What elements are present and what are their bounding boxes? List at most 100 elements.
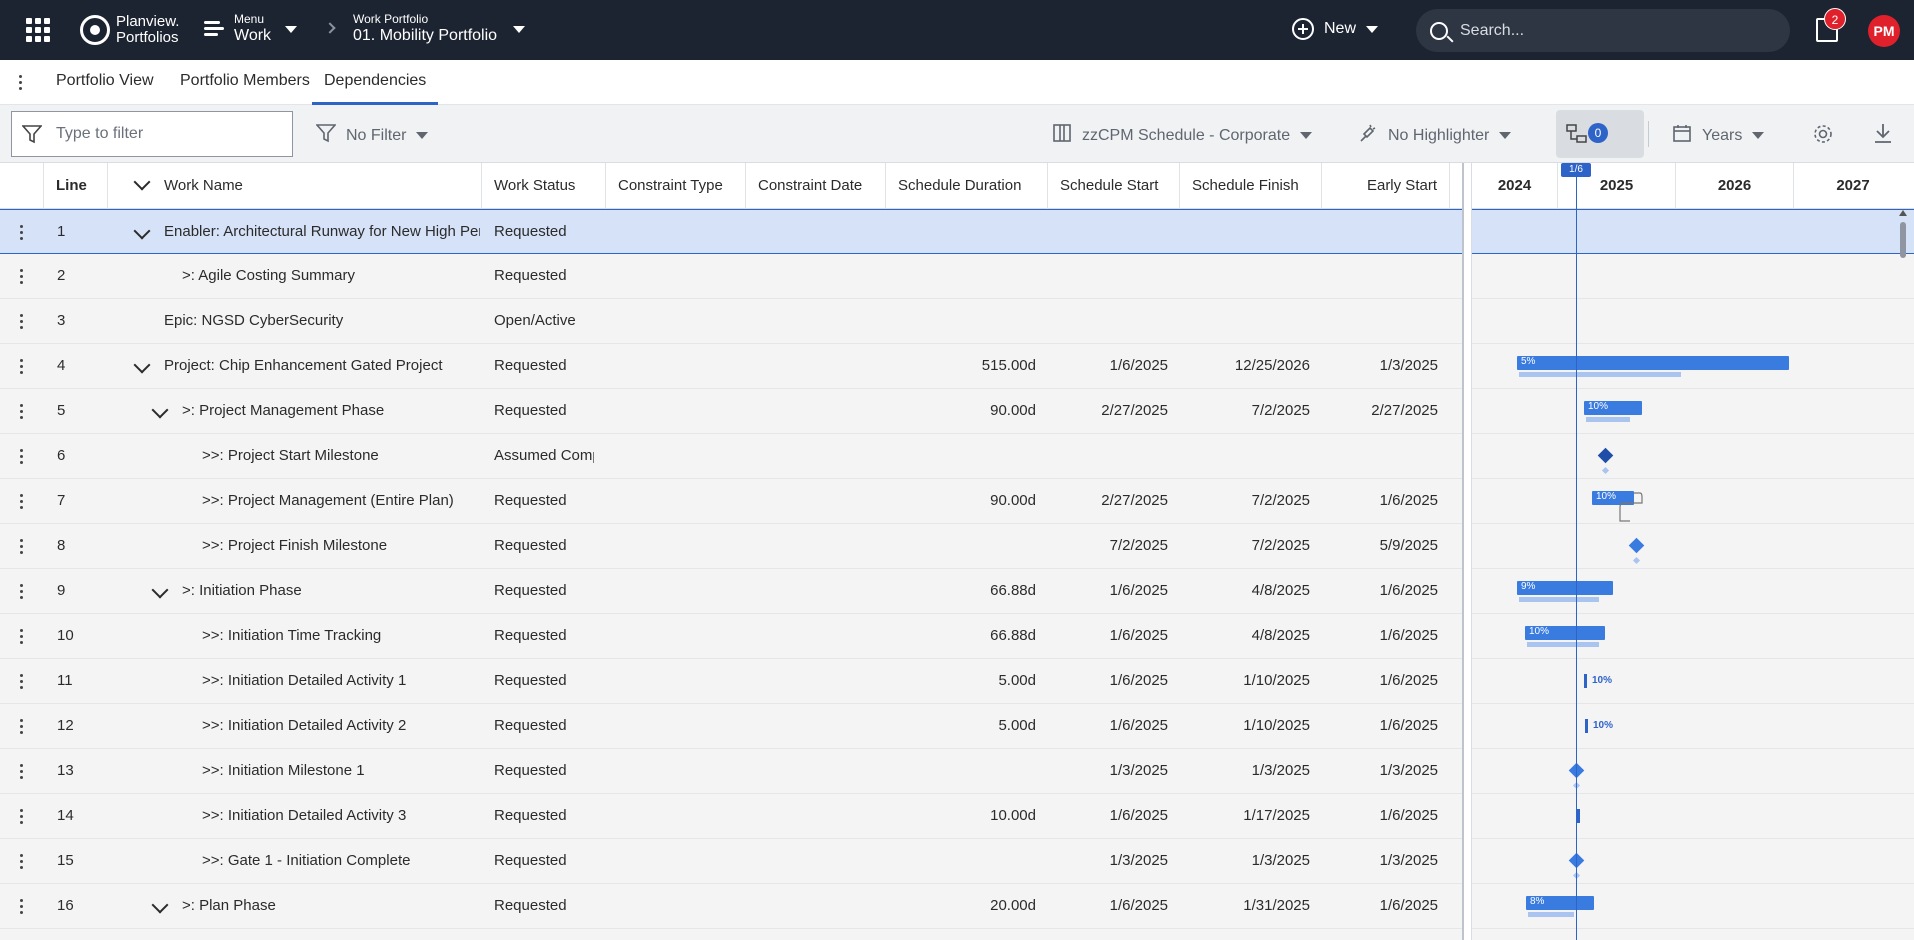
table-row[interactable]: 12 >>: Initiation Detailed Activity 2 Requ… [0,704,1462,749]
menu-dropdown[interactable]: Menu Work [204,12,298,46]
gantt-bar[interactable] [1584,674,1587,688]
chevron-down-icon[interactable] [151,896,169,914]
user-avatar[interactable]: PM [1868,15,1900,47]
cell-work-status: Requested [494,852,567,869]
chevron-down-icon[interactable] [133,356,151,374]
cell-schedule-duration [886,254,1036,298]
highlighter-dropdown[interactable]: No Highlighter [1358,123,1512,148]
column-header-work-name[interactable]: Work Name [108,163,482,209]
row-menu-icon[interactable] [20,719,24,735]
table-row[interactable]: 9 >: Initiation Phase Requested 66.88d 1/6/2… [0,569,1462,614]
row-menu-icon[interactable] [20,809,24,825]
scroll-up-icon[interactable] [1899,210,1907,216]
dependency-connector[interactable] [1612,487,1672,547]
filter-dropdown[interactable]: No Filter [315,123,429,148]
row-menu-icon[interactable] [20,629,24,645]
scroll-thumb[interactable] [1900,222,1906,258]
cell-work-name[interactable]: >>: Project Management (Entire Plan) [202,479,480,523]
cell-work-name[interactable]: >>: Initiation Detailed Activity 3 [202,794,480,838]
gantt-bar[interactable] [1585,719,1588,733]
row-menu-icon[interactable] [20,494,24,510]
schedule-dropdown[interactable]: zzCPM Schedule - Corporate [1052,123,1313,148]
cell-work-name[interactable]: >>: Initiation Time Tracking [202,614,480,658]
table-row[interactable]: 13 >>: Initiation Milestone 1 Requested 1/3… [0,749,1462,794]
gantt-bar[interactable] [1577,809,1580,823]
tab-portfolio-members[interactable]: Portfolio Members [180,60,310,105]
cell-early-start: 1/6/2025 [1379,672,1438,689]
table-row[interactable]: 5 >: Project Management Phase Requested 90.… [0,389,1462,434]
chevron-down-icon[interactable] [133,173,151,191]
cell-work-name[interactable]: Epic: NGSD CyberSecurity [164,299,480,343]
row-menu-icon[interactable] [20,359,24,375]
table-row[interactable]: 11 >>: Initiation Detailed Activity 1 Requ… [0,659,1462,704]
cell-constraint-type [618,524,742,568]
table-row[interactable]: 2 >: Agile Costing Summary Requested [0,254,1462,299]
table-row[interactable]: 6 >>: Project Start Milestone Assumed Comp… [0,434,1462,479]
cell-work-name[interactable]: Project: Chip Enhancement Gated Project [164,344,480,388]
cell-work-name[interactable]: >>: Initiation Detailed Activity 1 [202,659,480,703]
cell-work-name[interactable]: >>: Project Start Milestone [202,434,480,478]
cell-work-name[interactable]: >>: Initiation Milestone 1 [202,749,480,793]
cell-work-name[interactable]: Enabler: Architectural Runway for New Hi… [164,210,480,254]
chevron-down-icon[interactable] [151,581,169,599]
chevron-down-icon[interactable] [133,222,151,240]
column-header-schedule-finish[interactable]: Schedule Finish [1180,163,1322,209]
dependency-toggle-button[interactable]: 0 [1556,110,1644,158]
gantt-bar[interactable] [1517,356,1789,370]
tabs-more-icon[interactable] [19,75,23,91]
gear-icon[interactable] [1812,123,1834,150]
column-header-early-start[interactable]: Early Start [1322,163,1450,209]
cell-work-name[interactable]: >>: Initiation Detailed Activity 2 [202,704,480,748]
column-header-schedule-start[interactable]: Schedule Start [1048,163,1180,209]
row-menu-icon[interactable] [20,899,24,915]
table-row[interactable]: 10 >>: Initiation Time Tracking Requested 6… [0,614,1462,659]
row-menu-icon[interactable] [20,674,24,690]
filter-input[interactable] [56,125,276,143]
row-menu-icon[interactable] [20,584,24,600]
row-menu-icon[interactable] [20,225,24,241]
column-header-constraint-date[interactable]: Constraint Date [746,163,886,209]
cell-line: 5 [57,402,66,419]
app-launcher-icon[interactable] [26,18,50,42]
cell-work-name[interactable]: >: Project Management Phase [182,389,480,433]
row-menu-icon[interactable] [20,449,24,465]
vertical-scrollbar[interactable] [1898,210,1908,940]
cell-work-name[interactable]: >>: Project Finish Milestone [202,524,480,568]
search-input[interactable] [1460,21,1760,40]
cell-work-name[interactable]: >: Plan Phase [182,884,480,928]
cell-work-name[interactable]: >: Agile Costing Summary [182,254,480,298]
cell-early-start: 1/6/2025 [1379,627,1438,644]
row-menu-icon[interactable] [20,314,24,330]
table-row[interactable]: 4 Project: Chip Enhancement Gated Project… [0,344,1462,389]
table-row[interactable]: 8 >>: Project Finish Milestone Requested 7/… [0,524,1462,569]
table-row[interactable]: 3 Epic: NGSD CyberSecurity Open/Active [0,299,1462,344]
cell-work-status: Requested [494,717,567,734]
portfolio-small-label: Work Portfolio [353,12,429,26]
row-menu-icon[interactable] [20,269,24,285]
tab-dependencies[interactable]: Dependencies [312,60,439,105]
column-header-line[interactable]: Line [44,163,108,209]
column-header-constraint-type[interactable]: Constraint Type [606,163,746,209]
table-row[interactable]: 1 Enabler: Architectural Runway for New H… [0,209,1462,254]
row-menu-icon[interactable] [20,854,24,870]
portfolio-selector[interactable]: Work Portfolio 01. Mobility Portfolio [353,12,526,46]
table-row[interactable]: 14 >>: Initiation Detailed Activity 3 Requ… [0,794,1462,839]
row-menu-icon[interactable] [20,404,24,420]
chevron-down-icon[interactable] [151,401,169,419]
download-icon[interactable] [1872,122,1894,149]
table-row[interactable]: 15 >>: Gate 1 - Initiation Complete Reques… [0,839,1462,884]
cell-work-name[interactable]: >: Initiation Phase [182,569,480,613]
row-menu-icon[interactable] [20,539,24,555]
column-header-schedule-duration[interactable]: Schedule Duration [886,163,1048,209]
timescale-dropdown[interactable]: Years [1672,123,1765,148]
cell-schedule-finish: 1/3/2025 [1251,762,1310,779]
pane-splitter[interactable] [1462,163,1472,940]
cell-work-name[interactable]: >>: Gate 1 - Initiation Complete [202,839,480,883]
tab-portfolio-view[interactable]: Portfolio View [56,60,154,105]
column-header-work-status[interactable]: Work Status [482,163,606,209]
row-menu-icon[interactable] [20,764,24,780]
planview-logo[interactable]: Planview. Portfolios [80,12,179,48]
table-row[interactable]: 7 >>: Project Management (Entire Plan) Req… [0,479,1462,524]
table-row[interactable]: 16 >: Plan Phase Requested 20.00d 1/6/2025 1/… [0,884,1462,929]
new-button[interactable]: New [1292,18,1379,40]
